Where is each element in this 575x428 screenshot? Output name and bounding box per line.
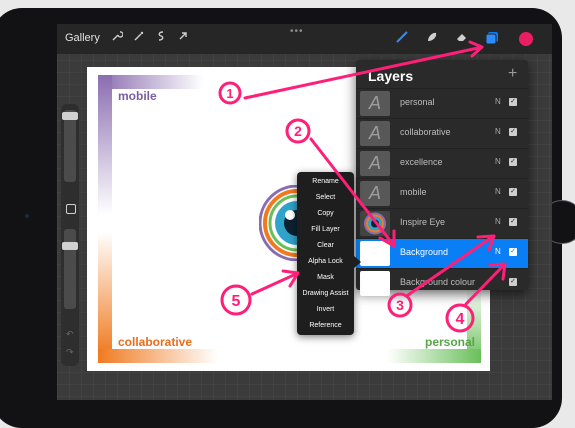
- annotation-arrow-3: [406, 235, 494, 297]
- annotation-number-5: 5: [232, 293, 241, 310]
- annotation-number-3: 3: [396, 297, 404, 313]
- annotation-number-1: 1: [226, 86, 233, 101]
- annotation-overlay: 1 2 3 4 5: [218, 40, 507, 333]
- annotation-arrow-5: [250, 272, 298, 296]
- annotation-arrow-2: [309, 137, 394, 245]
- annotation-number-4: 4: [456, 311, 465, 328]
- annotation-arrow-4: [464, 264, 505, 306]
- annotation-number-2: 2: [294, 123, 302, 139]
- annotation-arrow-1: [243, 46, 480, 100]
